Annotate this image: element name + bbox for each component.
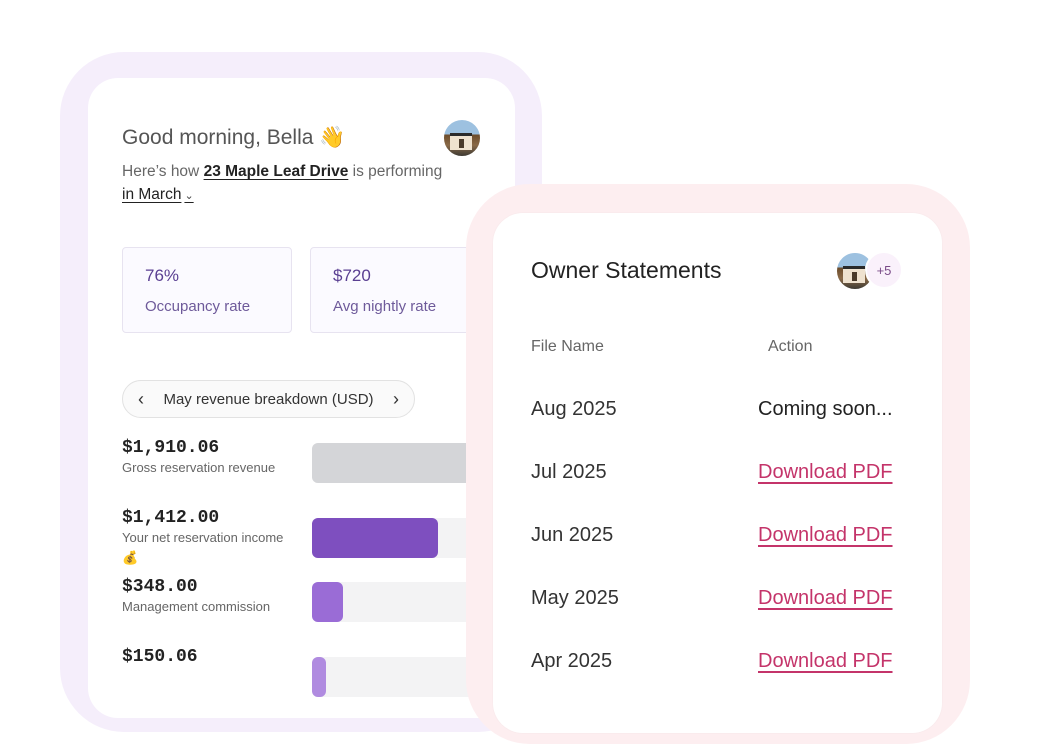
download-pdf-link[interactable]: Download PDF [758,461,893,484]
revenue-bar [312,443,482,483]
download-pdf-link[interactable]: Download PDF [758,524,893,547]
download-pdf-link[interactable]: Download PDF [758,650,893,673]
statement-name: Jul 2025 [531,461,607,483]
action-header: Action [768,338,813,355]
greeting-heading: Good morning, Bella 👋 [122,126,346,149]
owner-statements-card: Owner Statements +5 File Name Action Aug… [493,213,942,733]
chevron-down-icon: ⌄ [184,190,194,202]
revenue-item: $348.00 Management commission [122,577,271,614]
chevron-right-icon[interactable]: › [388,389,404,410]
breakdown-switcher: ‹ May revenue breakdown (USD) › [122,380,415,418]
more-owners-badge[interactable]: +5 [865,251,903,289]
coming-soon-label: Coming soon... [758,398,893,420]
revenue-bar [312,582,343,622]
breakdown-label: May revenue breakdown (USD) [163,390,374,408]
download-pdf-link[interactable]: Download PDF [758,587,893,610]
revenue-item: $1,910.06 Gross reservation revenue [122,438,276,475]
revenue-card: Good morning, Bella 👋 Here’s how 23 Mapl… [88,78,515,718]
month-selector[interactable]: in March ⌄ [122,186,194,203]
performance-subline: Here’s how 23 Maple Leaf Drive is perfor… [122,163,443,203]
occupancy-stat: 76% Occupancy rate [122,247,292,333]
chevron-left-icon[interactable]: ‹ [133,389,149,410]
statement-name: May 2025 [531,587,619,609]
statements-title: Owner Statements [531,257,722,283]
file-name-header: File Name [531,338,604,355]
property-avatar[interactable] [442,118,482,158]
nightly-rate-stat: $720 Avg nightly rate [310,247,480,333]
revenue-item: $1,412.00 Your net reservation income 💰 [122,508,284,565]
statement-name: Jun 2025 [531,524,614,546]
revenue-item: $150.06 [122,647,198,667]
revenue-bar [312,657,326,697]
property-link[interactable]: 23 Maple Leaf Drive [204,163,349,180]
statement-name: Apr 2025 [531,650,613,672]
revenue-bar [312,518,438,558]
statement-name: Aug 2025 [531,398,617,420]
